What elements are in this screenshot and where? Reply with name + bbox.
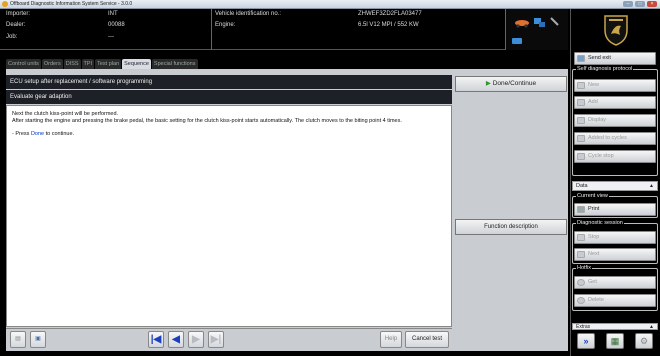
data-section-header[interactable]: Data ▲ [572,181,658,191]
tab-test-plan[interactable]: Test plan [95,59,122,69]
next-label: Next [588,251,600,257]
header-divider [211,9,212,50]
cancel-test-button[interactable]: Cancel test [405,331,449,348]
chevron-up-icon: ▲ [649,183,654,189]
added-to-cycles-label: Added to cycles [588,135,627,141]
maximize-icon[interactable]: □ [635,1,645,7]
cycle-stop-button[interactable]: Cycle stop [574,150,656,163]
function-description-button[interactable]: Function description [455,219,567,235]
cycle-stop-icon [577,153,585,160]
app-icon [2,1,8,7]
calculator-icon[interactable]: ▦ [606,333,624,349]
vehicle-connection-icons [512,17,559,44]
tab-control-units[interactable]: Control units [6,59,41,69]
new-icon [577,82,585,89]
add-protocol-button[interactable]: Add [574,96,656,109]
current-view-label: Current view [576,193,609,200]
window-titlebar: Offboard Diagnostic Information System S… [0,0,660,9]
cycle-stop-label: Cycle stop [588,153,614,159]
previous-step-icon[interactable]: ◀ [168,331,184,348]
send-exit-button[interactable]: Send exit [574,52,656,65]
importer-value: INT [108,11,118,17]
data-header-label: Data [576,183,588,189]
send-exit-label: Send exit [588,55,611,61]
stop-icon [577,234,585,241]
self-diagnosis-protocol-label: Self diagnosis protocol [576,66,634,73]
hotfix-label: Hotfix [576,265,593,272]
vehicle-header: Importer: INT Dealer: 00088 Job: --- Veh… [0,9,568,50]
added-to-cycles-button[interactable]: Added to cycles [574,132,656,145]
main-tabs: Control units Orders DISS TPI Test plan … [0,57,568,69]
job-value: --- [108,34,114,40]
window-title: Offboard Diagnostic Information System S… [10,1,133,7]
new-label: New [588,82,600,88]
tab-diss[interactable]: DISS [63,59,81,69]
next-icon [577,251,585,258]
done-continue-button[interactable]: ▶ Done/Continue [455,76,567,92]
instruction-line-2: After starting the engine and pressing t… [12,117,402,124]
first-step-icon[interactable]: |◀ [148,331,164,348]
extras-section-header[interactable]: Extras ▲ [572,323,658,330]
forward-icon[interactable]: » [577,333,595,349]
procedure-title: ECU setup after replacement / software p… [6,75,452,89]
done-continue-label: Done/Continue [492,80,537,87]
add-label: Add [588,99,598,105]
brand-logo [570,9,660,50]
last-step-icon[interactable]: ▶| [208,331,224,348]
instruction-text: Next the clutch kiss-point will be perfo… [6,105,452,327]
importer-label: Importer: [6,11,31,17]
printer-icon [577,206,585,213]
done-link[interactable]: Done [31,131,44,137]
tab-special-functions[interactable]: Special functions [151,59,198,69]
delete-label: Delete [588,297,604,303]
close-icon[interactable]: × [647,1,657,7]
engine-value: 6.5l V12 MPI / 552 KW [358,22,419,28]
display-protocol-button[interactable]: Display [574,114,656,127]
print-label: Print [588,206,600,212]
tab-sequence[interactable]: Sequence [122,59,151,69]
step-title: Evaluate gear adaption [6,90,452,104]
engine-label: Engine: [215,22,236,28]
delete-icon [577,297,585,304]
next-step-icon[interactable]: ▶ [188,331,204,348]
help-button[interactable]: Help [380,331,402,348]
play-icon: ▶ [485,80,491,87]
extras-header-label: Extras [576,324,591,330]
new-protocol-button[interactable]: New [574,79,656,92]
dealer-value: 00088 [108,22,125,28]
press-prefix: - Press [12,131,31,137]
print-button[interactable]: Print [574,203,656,216]
stop-session-button[interactable]: Stop [574,231,656,244]
tab-orders[interactable]: Orders [41,59,63,69]
minimize-icon[interactable]: – [623,1,633,7]
instruction-press: - Press Done to continue. [12,131,446,138]
send-icon [577,55,585,62]
get-hotfix-button[interactable]: Get [574,276,656,289]
display-label: Display [588,117,607,123]
chevron-up-icon-2: ▲ [649,324,654,330]
cycles-icon [577,135,585,142]
add-icon [577,99,585,106]
get-icon [577,279,585,286]
diagnostic-session-label: Diagnostic session [576,220,624,227]
job-label: Job: [6,34,18,40]
delete-hotfix-button[interactable]: Delete [574,294,656,307]
tab-tpi[interactable]: TPI [81,59,95,69]
display-icon [577,117,585,124]
gear-icon[interactable]: ⚙ [635,333,653,349]
dealer-label: Dealer: [6,22,26,28]
document-icon[interactable]: ▤ [10,331,26,348]
press-suffix: to continue. [44,131,75,137]
document-view-icon[interactable]: ▣ [30,331,46,348]
next-session-button[interactable]: Next [574,248,656,261]
get-label: Get [588,279,597,285]
stop-label: Stop [588,234,600,240]
shield-logo-icon [603,14,628,46]
vin-value: ZHWEF3ZD2FLA03477 [358,11,422,17]
vin-label: Vehicle identification no.: [215,11,282,17]
status-icons [506,9,568,50]
